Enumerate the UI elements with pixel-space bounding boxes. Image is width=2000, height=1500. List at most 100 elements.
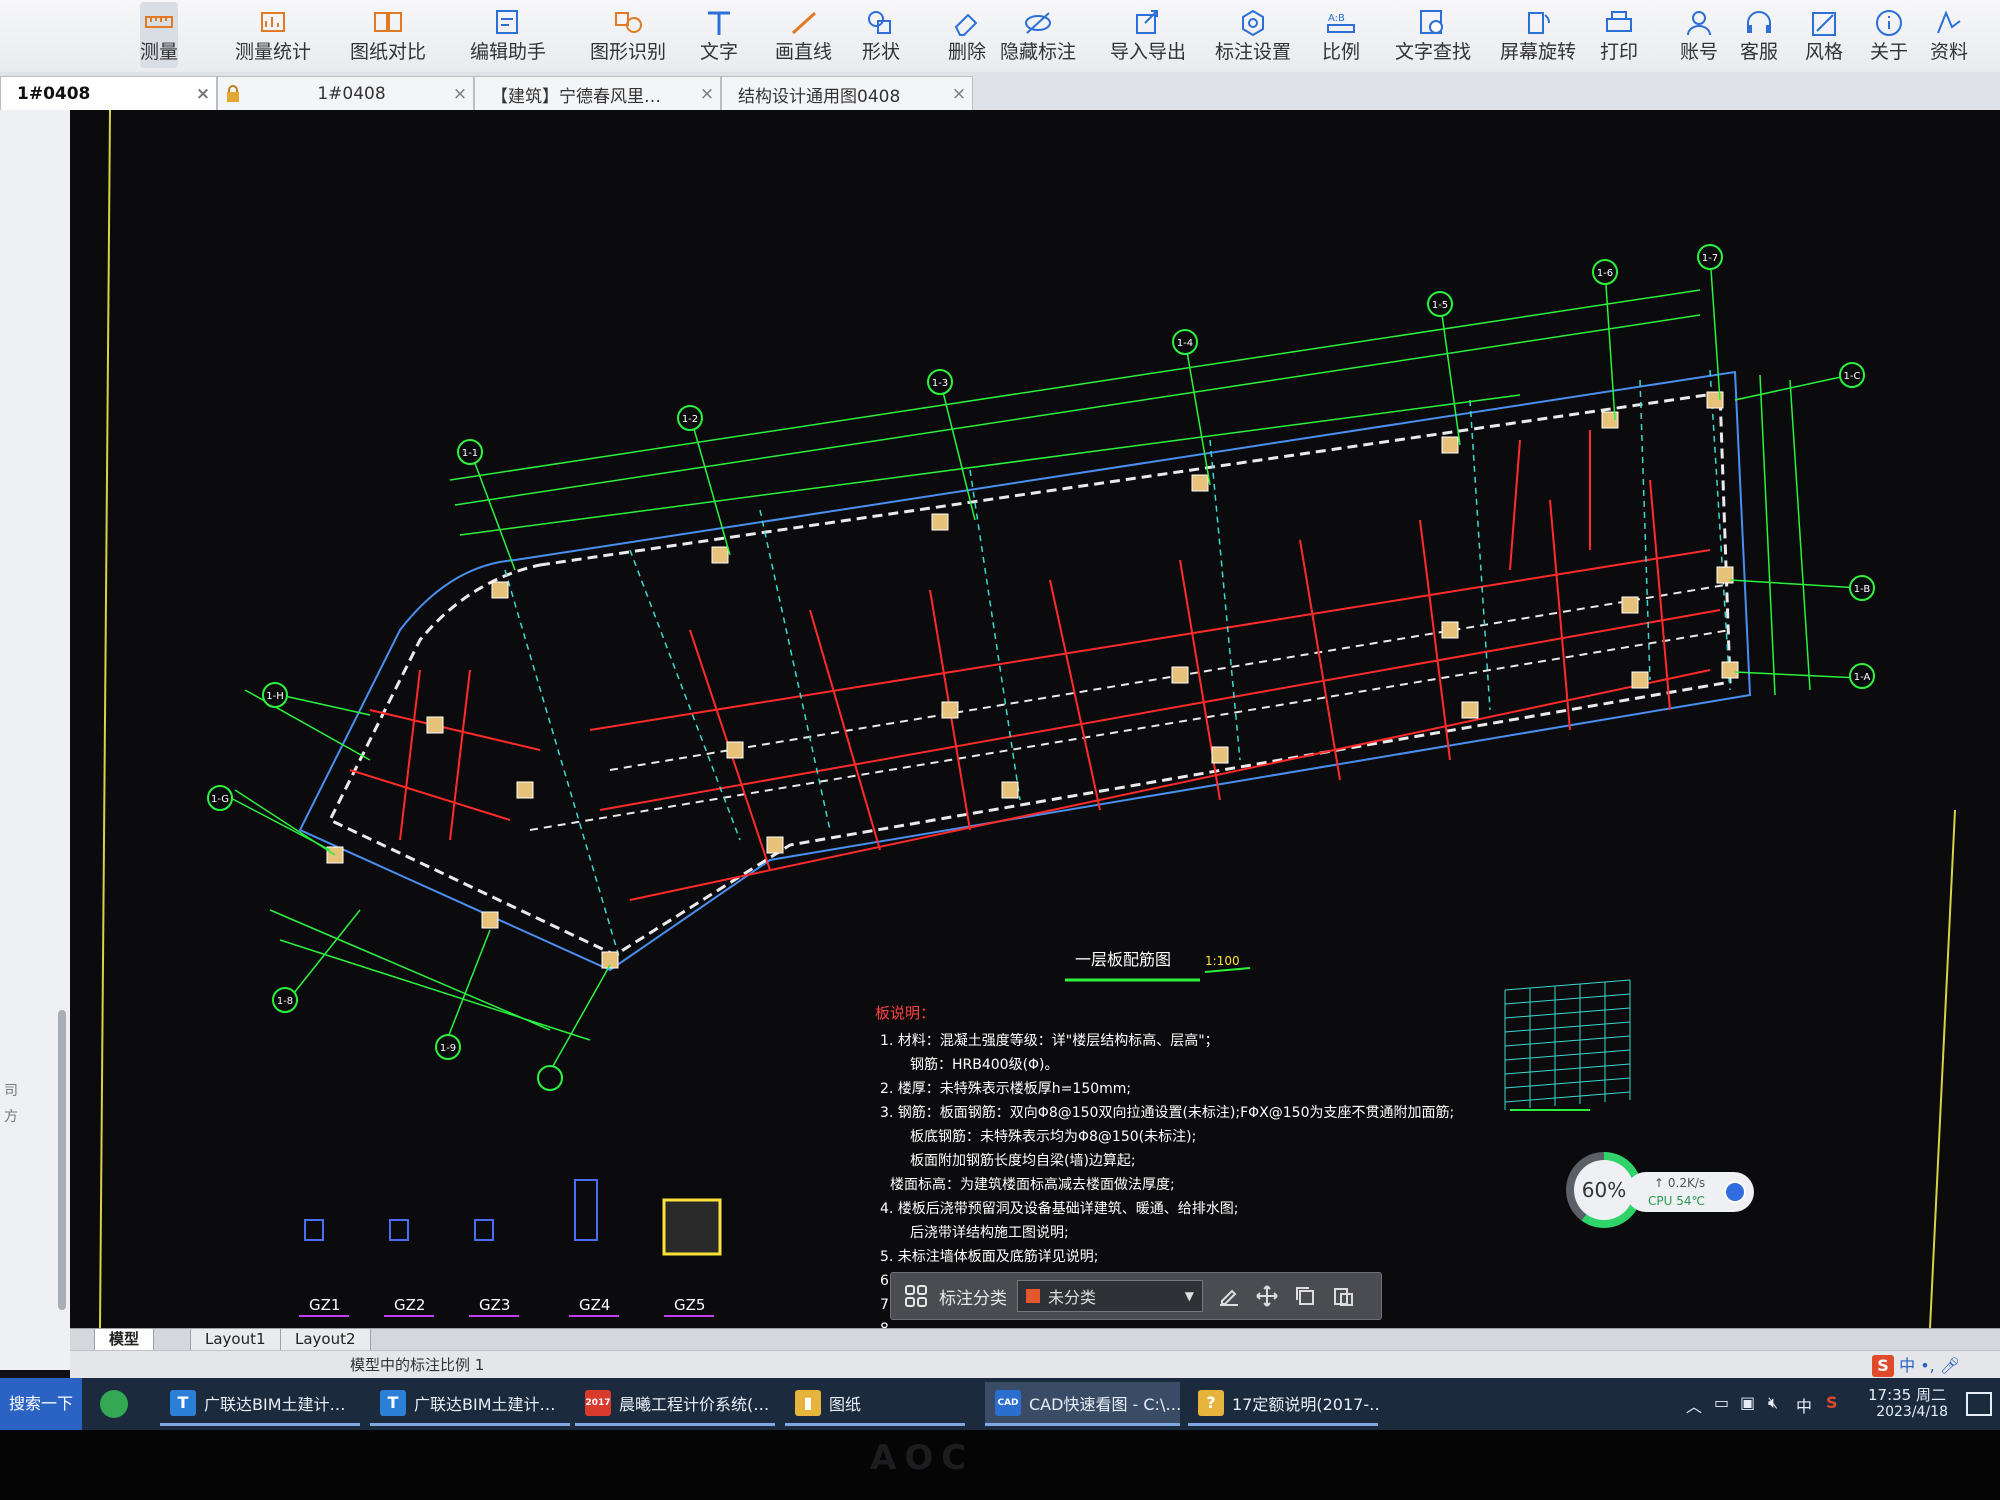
perf-stats: ↑ 0.2K/s CPU 54℃ [1626,1172,1754,1212]
structural-column [1191,474,1209,492]
chevron-up-icon[interactable]: ︿ [1686,1393,1702,1417]
clock-date[interactable]: 2023/4/18 [1876,1404,1948,1420]
materials-icon [1937,10,1961,34]
performance-monitor-widget[interactable]: 60% ↑ 0.2K/s CPU 54℃ [1566,1152,1754,1230]
close-icon[interactable]: × [447,84,473,104]
toolbar-text-search-button[interactable]: 文字查找 [1395,2,1471,68]
toolbar-shape-button[interactable]: 形状 [862,2,900,68]
toolbar-edit-helper-button[interactable]: 编辑助手 [470,2,546,68]
toolbar-printer-button[interactable]: 打印 [1600,2,1638,68]
close-icon[interactable]: × [946,84,972,104]
taskbar-app[interactable]: 2017 晨曦工程计价系统(… [575,1382,775,1426]
toolbar-headset-button[interactable]: 客服 [1740,2,1778,68]
toolbar-scale-button[interactable]: A:B 比例 [1322,2,1360,68]
printer-icon [1606,11,1632,32]
toolbar-text-button[interactable]: 文字 [700,2,738,68]
toolbar-measure-button[interactable]: 测量 [140,2,179,68]
toolbar-import-export-button[interactable]: 导入导出 [1110,2,1186,68]
note-line: 板面附加钢筋长度均自梁(墙)边算起; [910,1152,1136,1169]
measure-stats-icon [261,12,285,32]
toolbar-line-button[interactable]: 画直线 [775,2,832,68]
dimension-line [1759,374,1776,696]
tab-structural-general[interactable]: 结构设计通用图0408 × [721,76,973,111]
schedule-row [1504,1091,1631,1103]
schedule-row [1504,1077,1631,1089]
network-icon[interactable]: ▭ [1714,1393,1729,1412]
grid-icon[interactable] [903,1283,929,1309]
taskbar-app[interactable]: CAD CAD快速看图 - C:\… [985,1382,1180,1426]
grid-axis-line [969,469,1021,801]
app-icon: T [380,1389,406,1416]
dimension-line [1789,379,1811,691]
close-icon[interactable]: × [190,84,216,104]
tab-1-0408-a[interactable]: 1#0408 × [0,76,217,111]
rotate-screen-icon [1528,12,1550,34]
boost-icon[interactable] [1724,1181,1746,1203]
notification-icon[interactable] [1966,1392,1992,1416]
reinforcement-bar [589,549,1711,731]
app-launcher-icon[interactable] [100,1390,128,1418]
column-section [574,1179,598,1241]
app-icon: ? [1198,1389,1224,1416]
toolbar-style-button[interactable]: 风格 [1805,2,1843,68]
copy-icon[interactable] [1293,1284,1317,1308]
toolbar-annotation-settings-button[interactable]: 标注设置 [1215,2,1291,68]
cad-drawing-canvas[interactable]: 1-1 1-2 1-3 1-4 1-5 1-6 1-7 1-C 1-B 1-A 1-H 1-G 1-8 1… [70,110,2000,1328]
system-tray: ︿ ▭ ▣ 🔇︎ 中 S 17:35 周二 2023/4/18 [1680,1378,2000,1430]
toolbar-label: 导入导出 [1110,41,1187,63]
app-label: 图纸 [829,1394,862,1414]
toolbar-materials-button[interactable]: 资料 [1930,2,1968,68]
taskbar-app[interactable]: ▮ 图纸 [785,1382,965,1426]
input-method-bar[interactable]: S 中 •, 🎤︎ [1872,1354,2000,1378]
ime-indicator[interactable]: 中 [1796,1393,1812,1417]
column-section [662,1198,722,1256]
note-line: 2. 楼厚：未特殊表示楼板厚h=150mm; [880,1081,1131,1097]
schedule-row [1504,1021,1631,1033]
line-icon [791,11,816,35]
shape-icon [868,11,891,34]
move-icon[interactable] [1255,1284,1279,1308]
tab-label: 1#0408 [317,84,386,104]
volume-muted-icon[interactable]: 🔇︎ [1768,1393,1778,1413]
measure-icon [145,16,173,28]
windows-taskbar: 搜索一下 ︿ ▭ ▣ 🔇︎ 中 S 17:35 周二 2023/4/18 T 广联… [0,1378,2000,1430]
toolbar-account-button[interactable]: 账号 [1680,2,1718,68]
tab-layout1[interactable]: Layout1 [190,1329,281,1351]
toolbar-shape-recognize-button[interactable]: 图形识别 [590,2,666,68]
structural-column [1706,391,1724,409]
toolbar-hide-annotation-button[interactable]: 隐藏标注 [1000,2,1076,68]
grid-axis-line [629,549,741,841]
clock-time[interactable]: 17:35 周二 [1868,1384,1946,1405]
monitor-bezel: AOC [0,1430,2000,1500]
toolbar-eraser-button[interactable]: 删除 [948,2,986,68]
taskbar-search-button[interactable]: 搜索一下 [0,1378,82,1430]
toolbar-measure-stats-button[interactable]: 测量统计 [235,2,311,68]
column-label: GZ2 [394,1296,425,1314]
reinforcement-bar [1509,439,1521,571]
taskbar-app[interactable]: ? 17定额说明(2017-… [1188,1382,1378,1426]
structural-column [1171,666,1189,684]
toolbar-rotate-screen-button[interactable]: 屏幕旋转 [1500,2,1576,68]
headset-icon [1747,11,1771,33]
sogou-tray-icon[interactable]: S [1826,1393,1838,1412]
paste-icon[interactable] [1331,1284,1355,1308]
note-line: 4. 楼板后浇带预留洞及设备基础详建筑、暖通、给排水图; [880,1200,1239,1217]
toolbar-info-button[interactable]: 关于 [1870,2,1908,68]
scrollbar-thumb[interactable] [58,1010,66,1310]
axis-leader [279,694,371,716]
floor-slab-reinforcement-plan: 1-1 1-2 1-3 1-4 1-5 1-6 1-7 1-C 1-B 1-A 1-H 1-G 1-8 1… [99,110,1956,1328]
tab-1-0408-b[interactable]: 1#0408 × [217,76,474,111]
eraser-icon [954,13,978,36]
app-label: 广联达BIM土建计… [204,1394,346,1414]
toolbar-compare-button[interactable]: 图纸对比 [350,2,426,68]
annotation-category-select[interactable]: 未分类 ▼ [1017,1280,1203,1312]
taskbar-app[interactable]: T 广联达BIM土建计… [370,1382,570,1426]
axis-label: 1-7 [1702,253,1718,264]
taskbar-app[interactable]: T 广联达BIM土建计… [160,1382,360,1426]
display-icon[interactable]: ▣ [1740,1393,1755,1412]
edit-icon[interactable] [1217,1284,1241,1308]
tab-model[interactable]: 模型 [94,1329,155,1351]
close-icon[interactable]: × [694,84,720,104]
tab-ningde-chunfengli[interactable]: 【建筑】宁德春风里… × [474,76,721,111]
tab-layout2[interactable]: Layout2 [280,1329,371,1351]
